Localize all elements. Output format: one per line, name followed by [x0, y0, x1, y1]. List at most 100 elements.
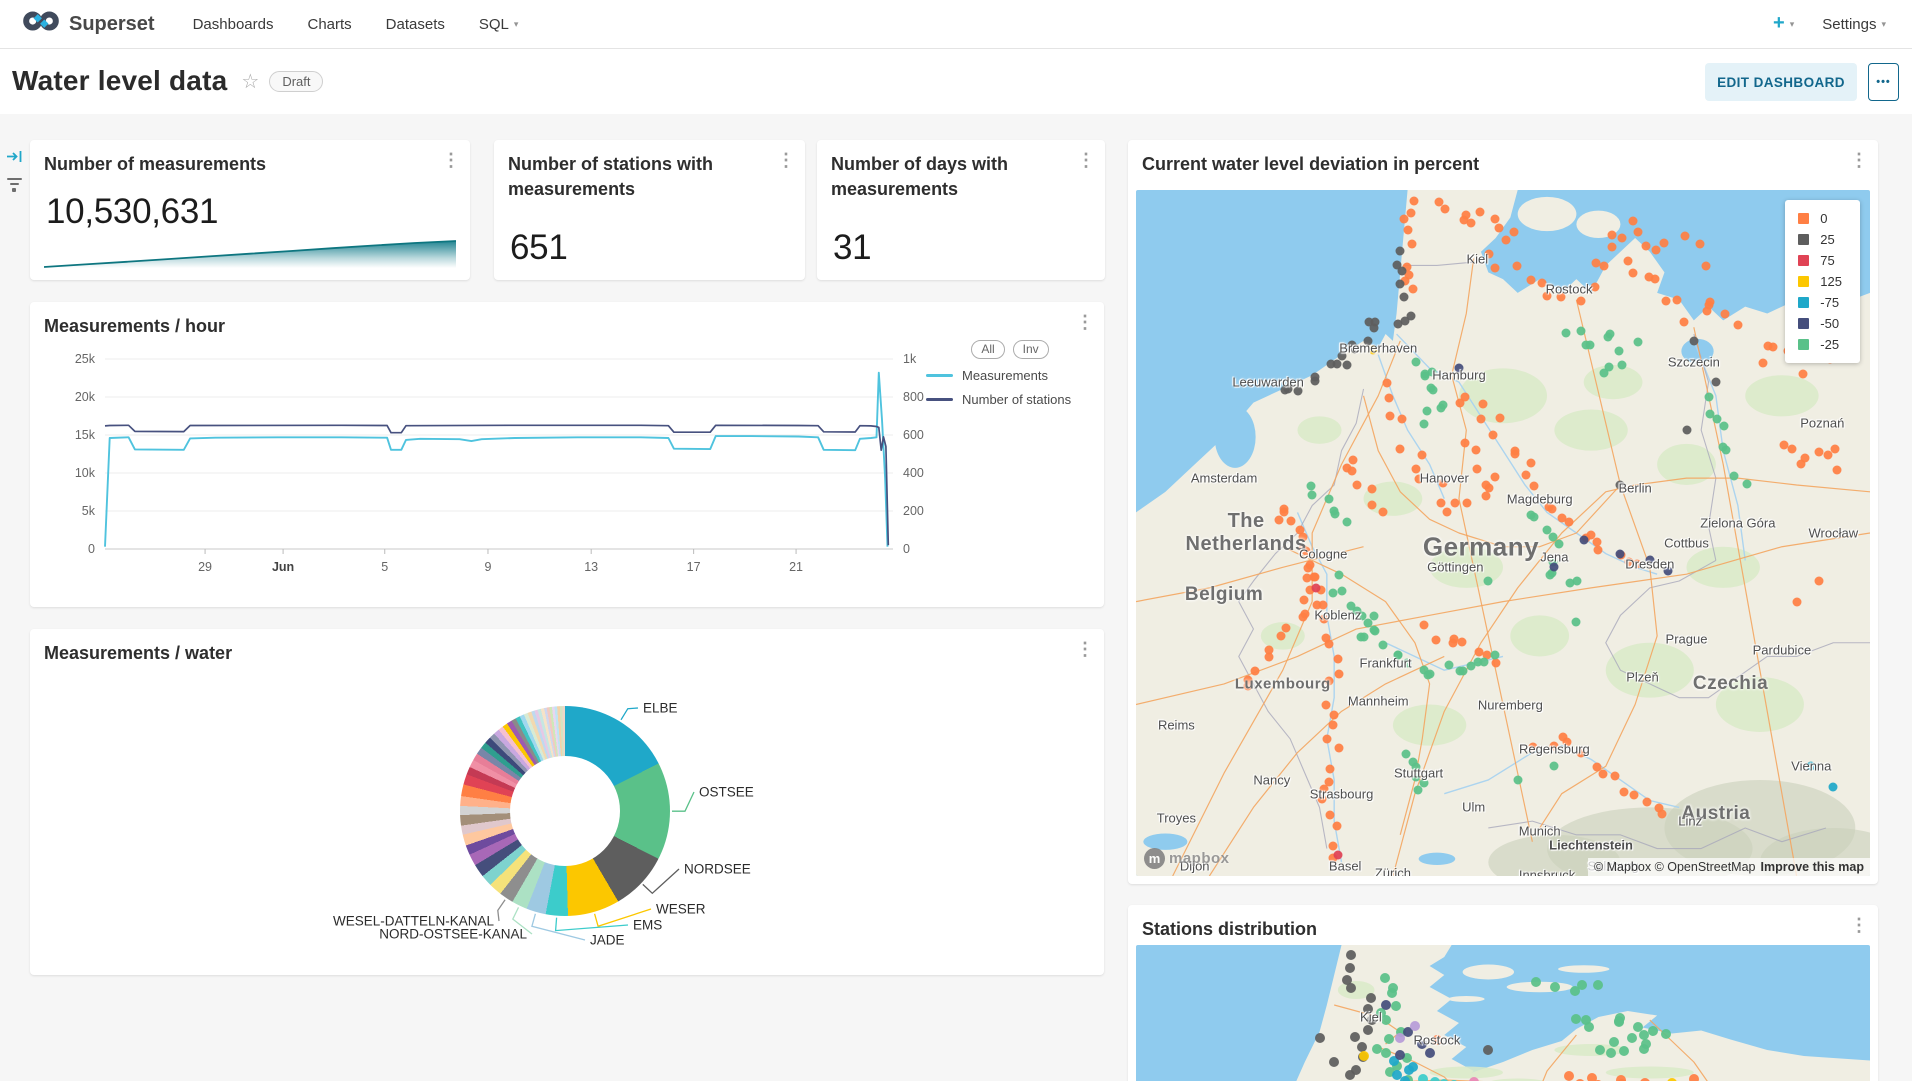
station-dot	[1391, 1001, 1401, 1011]
svg-text:5k: 5k	[82, 504, 96, 518]
legend-item[interactable]: -75	[1798, 295, 1842, 310]
improve-map-link[interactable]: Improve this map	[1761, 860, 1865, 874]
add-new-button[interactable]: +▾	[1773, 16, 1794, 33]
station-dot	[1299, 612, 1308, 621]
map-city-label: Regensburg	[1519, 742, 1590, 757]
station-dot	[1800, 453, 1809, 462]
legend-item[interactable]: -25	[1798, 337, 1842, 352]
kebab-menu-icon[interactable]: ⋮	[1074, 310, 1096, 336]
kebab-menu-icon[interactable]: ⋮	[440, 148, 462, 174]
station-dot	[1573, 576, 1582, 585]
kebab-menu-icon[interactable]: ⋮	[775, 148, 797, 174]
nav-sql[interactable]: SQL▾	[479, 16, 519, 33]
station-dot	[1418, 1074, 1428, 1081]
station-dot	[1721, 309, 1730, 318]
legend-entry[interactable]: Number of stations	[926, 392, 1094, 407]
station-dot	[1799, 370, 1808, 379]
map-city-label: Poznań	[1800, 416, 1844, 431]
stations-map[interactable]: KielRostock	[1136, 945, 1870, 1081]
superset-logo[interactable]: Superset	[22, 9, 155, 39]
kebab-menu-icon[interactable]: ⋮	[1075, 148, 1097, 174]
station-dot	[1680, 232, 1689, 241]
legend-button-all[interactable]: All	[971, 340, 1004, 359]
deviation-map[interactable]: m mapbox © Mapbox © OpenStreetMapImprove…	[1136, 190, 1870, 876]
station-dot	[1607, 243, 1616, 252]
favorite-star-icon[interactable]: ☆	[241, 69, 259, 94]
station-dot	[1404, 226, 1413, 235]
legend-item[interactable]: 125	[1798, 274, 1842, 289]
station-dot	[1619, 1046, 1629, 1056]
station-dot	[1628, 217, 1637, 226]
map-city-label: Göttingen	[1427, 560, 1483, 575]
donut-label: OSTSEE	[699, 785, 754, 800]
legend-item[interactable]: 75	[1798, 253, 1842, 268]
legend-label: 25	[1820, 232, 1834, 247]
hour-chart-legend: All Inv Measurements Number of stations	[926, 340, 1094, 407]
map-city-label: Kiel	[1466, 251, 1488, 266]
legend-color-swatch	[1798, 318, 1809, 329]
station-dot	[1484, 577, 1493, 586]
station-dot	[1531, 977, 1541, 987]
station-dot	[1409, 197, 1418, 206]
mapbox-logo[interactable]: m mapbox	[1144, 848, 1230, 869]
kebab-menu-icon[interactable]: ⋮	[1848, 148, 1870, 174]
superset-dashboard-page: Superset Dashboards Charts Datasets SQL▾…	[0, 0, 1912, 1081]
station-dot	[1308, 491, 1317, 500]
station-dot	[1381, 1015, 1391, 1025]
station-dot	[1599, 769, 1608, 778]
station-dot	[1492, 658, 1501, 667]
station-dot	[1634, 337, 1643, 346]
station-dot	[1277, 631, 1286, 640]
station-dot	[1641, 241, 1650, 250]
deviation-map-card: Current water level deviation in percent…	[1128, 140, 1878, 884]
kebab-menu-icon[interactable]: ⋮	[1848, 913, 1870, 939]
map-city-label: Zürich	[1375, 865, 1411, 876]
svg-text:5: 5	[381, 560, 388, 574]
nav-datasets[interactable]: Datasets	[386, 16, 445, 33]
donut-label: NORDSEE	[684, 862, 751, 877]
kebab-menu-icon[interactable]: ⋮	[1074, 637, 1096, 663]
kpi-value: 31	[833, 228, 871, 268]
dashboard-more-button[interactable]: •••	[1868, 63, 1899, 101]
station-dot	[1333, 654, 1342, 663]
edit-dashboard-button[interactable]: EDIT DASHBOARD	[1705, 63, 1857, 101]
legend-button-inv[interactable]: Inv	[1013, 340, 1049, 359]
legend-label: 0	[1820, 211, 1827, 226]
station-dot	[1673, 295, 1682, 304]
station-dot	[1346, 983, 1356, 993]
map-city-label: Szczecin	[1668, 354, 1720, 369]
kpi-card-measurements: Number of measurements ⋮ 10,530,631	[30, 140, 470, 280]
kpi-value: 651	[510, 228, 568, 268]
legend-line-swatch	[926, 374, 953, 377]
station-dot	[1325, 494, 1334, 503]
donut-label: EMS	[633, 918, 662, 933]
map-city-label: Basel	[1329, 858, 1362, 873]
kpi-title: Number of days with measurements	[831, 152, 1069, 202]
expand-filter-bar-icon[interactable]	[6, 148, 23, 170]
nav-dashboards[interactable]: Dashboards	[193, 16, 274, 33]
station-dot	[1629, 791, 1638, 800]
station-dot	[1395, 280, 1404, 289]
station-dot	[1594, 546, 1603, 555]
station-dot	[1689, 1074, 1699, 1081]
donut-label: ELBE	[643, 701, 678, 716]
legend-item[interactable]: -50	[1798, 316, 1842, 331]
legend-entry[interactable]: Measurements	[926, 368, 1094, 383]
nav-charts[interactable]: Charts	[307, 16, 351, 33]
draft-badge: Draft	[269, 71, 323, 92]
station-dot	[1353, 481, 1362, 490]
station-dot	[1490, 650, 1499, 659]
station-dot	[1476, 208, 1485, 217]
map-city-label: Zielona Góra	[1700, 515, 1775, 530]
map-city-label: Kiel	[1360, 1010, 1382, 1025]
legend-item[interactable]: 0	[1798, 211, 1842, 226]
legend-item[interactable]: 25	[1798, 232, 1842, 247]
filter-icon[interactable]	[6, 178, 22, 195]
station-dot	[1404, 1065, 1414, 1075]
station-dot	[1303, 564, 1312, 573]
nav-menu: Dashboards Charts Datasets SQL▾	[193, 16, 519, 33]
station-dot	[1587, 1073, 1597, 1081]
map-city-label: Strasbourg	[1310, 786, 1374, 801]
settings-menu[interactable]: Settings▾	[1822, 16, 1886, 33]
station-dot	[1425, 1048, 1435, 1058]
